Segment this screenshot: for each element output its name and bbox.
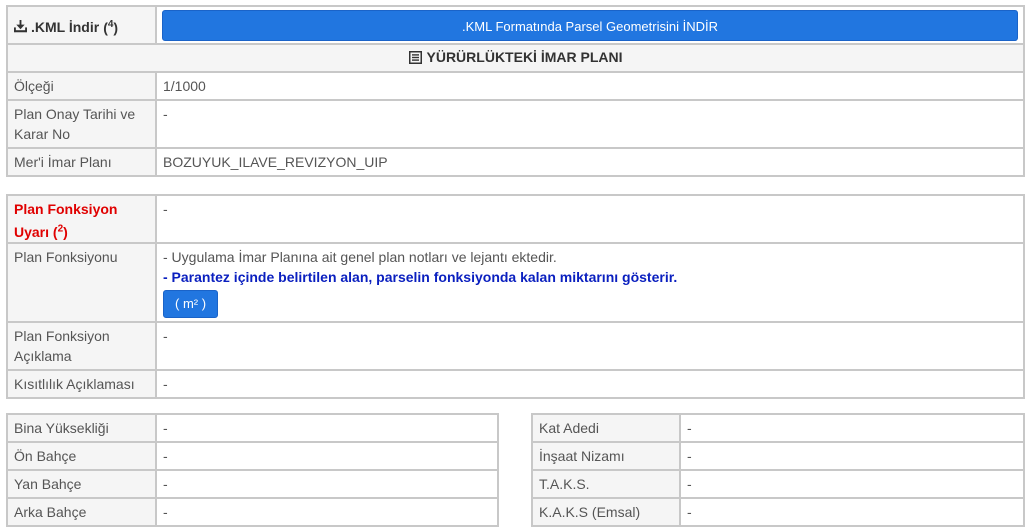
plan-onay-value: - — [155, 99, 1025, 149]
section-header-imar: YÜRÜRLÜKTEKİ İMAR PLANI — [6, 43, 1025, 73]
kisitlilik-value: - — [155, 368, 1025, 399]
plan-fonksiyonu-note: - Parantez içinde belirtilen alan, parse… — [163, 268, 678, 285]
taks-label: T.A.K.S. — [531, 469, 681, 499]
on-bahce-value: - — [155, 441, 499, 471]
section-title: YÜRÜRLÜKTEKİ İMAR PLANI — [426, 49, 623, 66]
yan-bahce-label: Yan Bahçe — [6, 469, 157, 499]
meri-imar-value: BOZUYUK_ILAVE_REVIZYON_UIP — [155, 147, 1025, 177]
warning-footnote: 2 — [57, 223, 64, 234]
plan-fonksiyon-aciklama-value: - — [155, 320, 1025, 371]
kat-adedi-label: Kat Adedi — [531, 413, 681, 443]
kml-footnote: 4 — [107, 19, 114, 31]
meri-imar-label: Mer'i İmar Planı — [6, 147, 157, 177]
kml-label-text: .KML İndir — [31, 18, 100, 35]
kaks-value: - — [679, 497, 1025, 527]
kml-button-cell: .KML Formatında Parsel Geometrisini İNDİ… — [155, 5, 1025, 45]
kml-download-button[interactable]: .KML Formatında Parsel Geometrisini İNDİ… — [162, 9, 1018, 41]
yapi-kosullari-table-right: Kat Adedi - İnşaat Nizamı - T.A.K.S. - K… — [531, 413, 1025, 527]
plan-onay-label: Plan Onay Tarihi ve Karar No — [6, 99, 157, 149]
warning-label: Plan Fonksiyon Uyarı (2) — [14, 201, 118, 240]
kaks-label: K.A.K.S (Emsal) — [531, 497, 681, 527]
plan-fonksiyon-aciklama-label: Plan Fonksiyon Açıklama — [6, 320, 157, 371]
taks-value: - — [679, 469, 1025, 499]
yan-bahce-value: - — [155, 469, 499, 499]
m2-button[interactable]: ( m² ) — [163, 289, 219, 318]
olcek-label: Ölçeği — [6, 71, 157, 101]
bina-yuksekligi-label: Bina Yüksekliği — [6, 413, 157, 443]
plan-fonksiyon-table: Plan Fonksiyon Uyarı (2) - Plan Fonksiyo… — [6, 194, 1025, 399]
yapi-kosullari-table-left: Bina Yüksekliği - Ön Bahçe - Yan Bahçe -… — [6, 413, 499, 527]
kml-label-cell: .KML İndir (4) — [6, 5, 157, 45]
imar-plan-table: .KML İndir (4) .KML Formatında Parsel Ge… — [6, 5, 1025, 177]
kml-label: .KML İndir (4) — [14, 15, 149, 38]
plan-fonksiyonu-text: - Uygulama İmar Planına ait genel plan n… — [163, 248, 557, 265]
plan-fonksiyonu-value: - Uygulama İmar Planına ait genel plan n… — [155, 241, 1025, 323]
insaat-nizami-value: - — [679, 441, 1025, 471]
insaat-nizami-label: İnşaat Nizamı — [531, 441, 681, 471]
kisitlilik-label: Kısıtlılık Açıklaması — [6, 368, 157, 399]
plan-fonksiyon-uyari-label: Plan Fonksiyon Uyarı (2) — [6, 194, 157, 244]
on-bahce-label: Ön Bahçe — [6, 441, 157, 471]
download-icon — [14, 20, 27, 33]
arka-bahce-label: Arka Bahçe — [6, 497, 157, 527]
bina-yuksekligi-value: - — [155, 413, 499, 443]
olcek-value: 1/1000 — [155, 71, 1025, 101]
plan-fonksiyonu-label: Plan Fonksiyonu — [6, 241, 157, 323]
plan-fonksiyon-uyari-value: - — [155, 194, 1025, 244]
document-list-icon — [408, 50, 422, 64]
arka-bahce-value: - — [155, 497, 499, 527]
kat-adedi-value: - — [679, 413, 1025, 443]
